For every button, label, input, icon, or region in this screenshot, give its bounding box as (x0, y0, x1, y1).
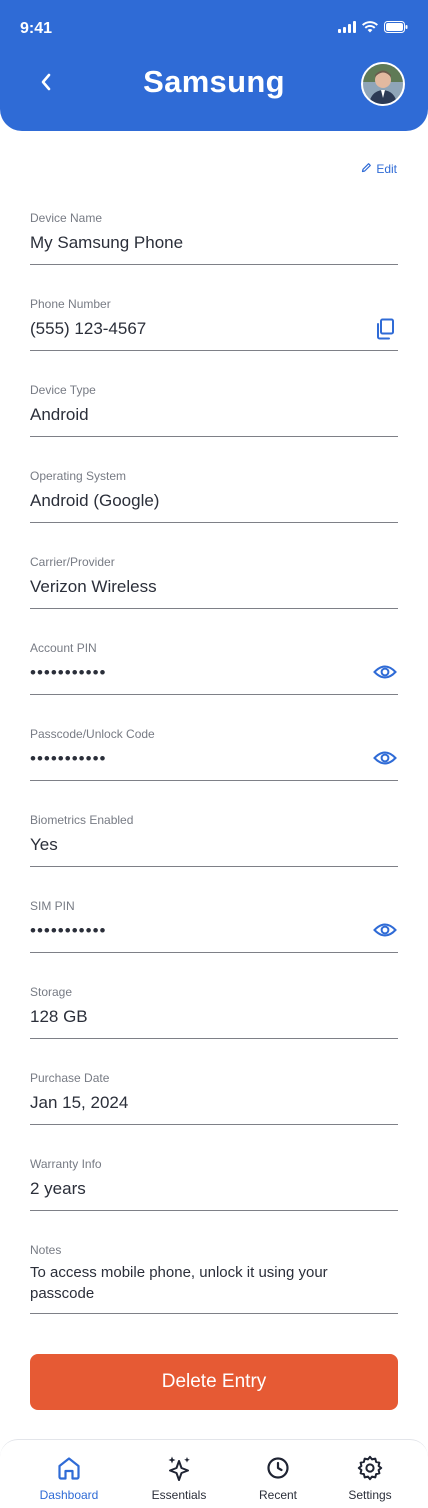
field-value: Yes (30, 835, 58, 854)
bottom-tab-bar: Dashboard Essentials Recent Settings (0, 1439, 428, 1508)
tab-recent[interactable]: Recent (233, 1454, 323, 1506)
field-value: (555) 123-4567 (30, 319, 147, 338)
field-value: Android (Google) (30, 491, 160, 510)
field-carrier[interactable]: Carrier/Provider Verizon Wireless (30, 552, 398, 609)
gear-icon (356, 1454, 384, 1482)
field-label: Device Type (30, 383, 96, 397)
field-label: Account PIN (30, 641, 97, 655)
header-bar: 9:41 Samsung (0, 0, 428, 131)
clock-icon (264, 1454, 292, 1482)
field-purchase-date[interactable]: Purchase Date Jan 15, 2024 (30, 1068, 398, 1125)
field-label: Phone Number (30, 297, 111, 311)
field-value: Verizon Wireless (30, 577, 157, 596)
field-value: Jan 15, 2024 (30, 1093, 129, 1112)
field-warranty[interactable]: Warranty Info 2 years (30, 1154, 398, 1211)
field-label: Warranty Info (30, 1157, 102, 1171)
field-phone-number[interactable]: Phone Number (555) 123-4567 (30, 294, 398, 351)
pencil-icon (361, 162, 372, 176)
field-value: ••••••••••• (30, 921, 107, 940)
field-storage[interactable]: Storage 128 GB (30, 982, 398, 1039)
field-account-pin[interactable]: Account PIN ••••••••••• (30, 638, 398, 695)
status-icons (338, 20, 408, 38)
field-value: My Samsung Phone (30, 233, 184, 252)
field-value: Android (30, 405, 89, 424)
field-operating-system[interactable]: Operating System Android (Google) (30, 466, 398, 523)
field-device-type[interactable]: Device Type Android (30, 380, 398, 437)
signal-icon (338, 20, 356, 38)
field-biometrics[interactable]: Biometrics Enabled Yes (30, 810, 398, 867)
sparkle-icon (165, 1454, 193, 1482)
field-value: To access mobile phone, unlock it using … (30, 1264, 328, 1302)
copy-icon[interactable] (372, 316, 398, 342)
status-time: 9:41 (20, 20, 53, 37)
tab-essentials[interactable]: Essentials (134, 1454, 224, 1506)
tab-label: Dashboard (39, 1488, 99, 1502)
tab-dashboard[interactable]: Dashboard (24, 1454, 114, 1506)
wifi-icon (362, 20, 378, 38)
field-label: Passcode/Unlock Code (30, 727, 155, 741)
tab-label: Essentials (151, 1488, 207, 1502)
delete-entry-button[interactable]: Delete Entry (30, 1354, 398, 1410)
field-device-name[interactable]: Device Name My Samsung Phone (30, 208, 398, 265)
field-value: 128 GB (30, 1007, 88, 1026)
field-label: Purchase Date (30, 1071, 110, 1085)
eye-icon[interactable] (372, 745, 398, 771)
home-icon (55, 1454, 83, 1482)
field-label: Notes (30, 1243, 62, 1257)
field-label: Device Name (30, 211, 103, 225)
field-value: ••••••••••• (30, 749, 107, 768)
field-label: SIM PIN (30, 899, 75, 913)
edit-label: Edit (376, 162, 397, 176)
battery-icon (384, 20, 408, 38)
field-notes[interactable]: Notes To access mobile phone, unlock it … (30, 1240, 398, 1314)
field-label: Storage (30, 985, 73, 999)
tab-settings[interactable]: Settings (325, 1454, 415, 1506)
field-value: ••••••••••• (30, 663, 107, 682)
field-value: 2 years (30, 1179, 86, 1198)
tab-label: Settings (348, 1488, 392, 1502)
edit-button[interactable]: Edit (361, 162, 397, 176)
eye-icon[interactable] (372, 917, 398, 943)
avatar[interactable] (361, 62, 405, 106)
field-passcode[interactable]: Passcode/Unlock Code ••••••••••• (30, 724, 398, 781)
tab-label: Recent (258, 1488, 298, 1502)
field-label: Operating System (30, 469, 127, 483)
field-label: Carrier/Provider (30, 555, 115, 569)
eye-icon[interactable] (372, 659, 398, 685)
field-sim-pin[interactable]: SIM PIN ••••••••••• (30, 896, 398, 953)
field-label: Biometrics Enabled (30, 813, 134, 827)
